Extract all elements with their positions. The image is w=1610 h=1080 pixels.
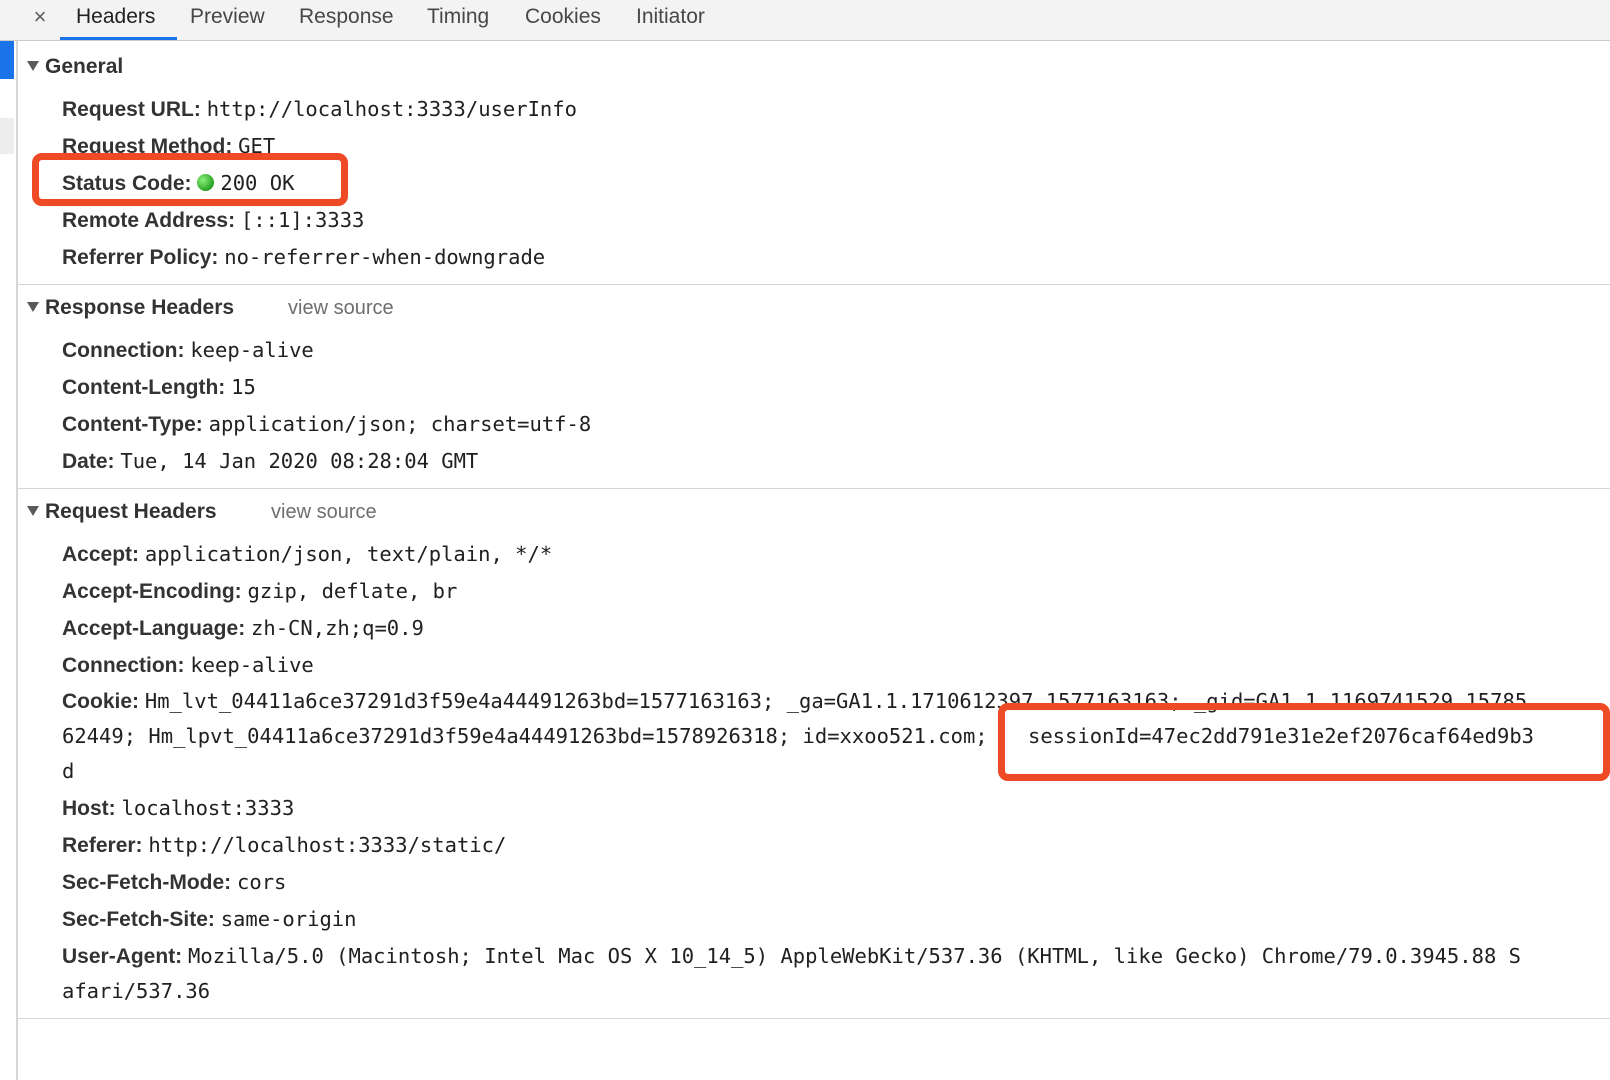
tab-headers[interactable]: Headers	[76, 0, 155, 40]
close-icon[interactable]: ×	[28, 3, 52, 31]
header-value: 15	[231, 375, 256, 399]
header-row-content-length: Content-Length: 15	[62, 369, 256, 406]
header-value: zh-CN,zh;q=0.9	[251, 616, 424, 640]
header-value: keep-alive	[190, 338, 314, 362]
header-value: Tue, 14 Jan 2020 08:28:04 GMT	[120, 449, 479, 473]
tab-preview[interactable]: Preview	[190, 0, 265, 40]
header-key: Date:	[62, 450, 115, 473]
header-value: no-referrer-when-downgrade	[224, 245, 546, 269]
header-value: Mozilla/5.0 (Macintosh; Intel Mac OS X 1…	[188, 944, 1521, 968]
header-value: http://localhost:3333/static/	[148, 833, 507, 857]
tab-timing[interactable]: Timing	[427, 0, 489, 40]
header-row-accept-encoding: Accept-Encoding: gzip, deflate, br	[62, 573, 457, 610]
header-row-accept-language: Accept-Language: zh-CN,zh;q=0.9	[62, 610, 424, 647]
header-key: Accept:	[62, 543, 140, 566]
header-value: keep-alive	[190, 653, 314, 677]
header-row-referrer-policy: Referrer Policy: no-referrer-when-downgr…	[62, 239, 545, 276]
header-row-remote-address: Remote Address: [::1]:3333	[62, 202, 364, 239]
header-key: Request URL:	[62, 98, 201, 121]
header-row-host: Host: localhost:3333	[62, 790, 294, 827]
cookie-value-line: d	[62, 759, 75, 783]
header-row-user-agent: User-Agent: Mozilla/5.0 (Macintosh; Inte…	[62, 938, 1610, 975]
header-key: Sec-Fetch-Site:	[62, 908, 215, 931]
expand-triangle-icon	[27, 61, 39, 71]
header-row-accept: Accept: application/json, text/plain, */…	[62, 536, 552, 573]
header-key: Content-Length:	[62, 376, 226, 399]
header-value: application/json; charset=utf-8	[208, 412, 592, 436]
expand-triangle-icon	[27, 506, 39, 516]
cookie-value-line: 62449; Hm_lpvt_04411a6ce37291d3f59e4a444…	[62, 724, 988, 748]
user-agent-continuation-row: afari/537.36	[62, 973, 210, 1010]
header-key: Accept-Encoding:	[62, 580, 242, 603]
header-key: Remote Address:	[62, 209, 236, 232]
header-key: User-Agent:	[62, 945, 183, 968]
cookie-continuation-row: d	[62, 753, 74, 790]
header-key: Sec-Fetch-Mode:	[62, 871, 232, 894]
header-value: localhost:3333	[121, 796, 295, 820]
header-row-connection: Connection: keep-alive	[62, 647, 314, 684]
request-list-edge	[0, 41, 18, 1080]
general-section-toggle[interactable]: General	[27, 55, 123, 79]
header-key: Referer:	[62, 834, 143, 857]
section-divider	[18, 284, 1610, 285]
header-value: application/json, text/plain, */*	[144, 542, 553, 566]
devtools-tab-bar: × Headers Preview Response Timing Cookie…	[0, 0, 1610, 41]
header-key: Cookie:	[62, 690, 140, 713]
header-value: http://localhost:3333/userInfo	[206, 97, 577, 121]
header-value: cors	[237, 870, 287, 894]
request-list-row[interactable]	[0, 118, 14, 154]
header-value: same-origin	[220, 907, 357, 931]
section-divider	[18, 488, 1610, 489]
header-value: [::1]:3333	[240, 208, 365, 232]
header-row-connection: Connection: keep-alive	[62, 332, 314, 369]
header-row-sec-fetch-site: Sec-Fetch-Site: same-origin	[62, 901, 356, 938]
status-code-highlight-box	[32, 153, 348, 206]
header-row-request-url: Request URL: http://localhost:3333/userI…	[62, 91, 577, 128]
header-key: Accept-Language:	[62, 617, 246, 640]
tab-cookies[interactable]: Cookies	[525, 0, 601, 40]
tab-initiator[interactable]: Initiator	[636, 0, 705, 40]
active-tab-indicator	[60, 37, 177, 40]
header-key: Referrer Policy:	[62, 246, 219, 269]
header-key: Connection:	[62, 339, 185, 362]
response-headers-title: Response Headers	[45, 296, 235, 319]
expand-triangle-icon	[27, 302, 39, 312]
general-section-title: General	[45, 55, 124, 78]
request-headers-title: Request Headers	[45, 500, 217, 523]
header-row-sec-fetch-mode: Sec-Fetch-Mode: cors	[62, 864, 286, 901]
session-id-highlight-box	[998, 703, 1610, 781]
request-headers-section-toggle[interactable]: Request Headers	[27, 500, 217, 524]
tab-response[interactable]: Response	[299, 0, 394, 40]
header-key: Host:	[62, 797, 116, 820]
header-row-content-type: Content-Type: application/json; charset=…	[62, 406, 591, 443]
header-key: Content-Type:	[62, 413, 203, 436]
header-key: Connection:	[62, 654, 185, 677]
section-divider	[18, 1018, 1610, 1019]
selected-request-indicator[interactable]	[0, 41, 14, 79]
header-row-referer: Referer: http://localhost:3333/static/	[62, 827, 506, 864]
request-view-source-link[interactable]: view source	[271, 501, 377, 524]
response-view-source-link[interactable]: view source	[288, 297, 394, 320]
header-value: gzip, deflate, br	[247, 579, 458, 603]
header-value: afari/537.36	[62, 979, 211, 1003]
response-headers-section-toggle[interactable]: Response Headers	[27, 296, 234, 320]
header-row-date: Date: Tue, 14 Jan 2020 08:28:04 GMT	[62, 443, 478, 480]
